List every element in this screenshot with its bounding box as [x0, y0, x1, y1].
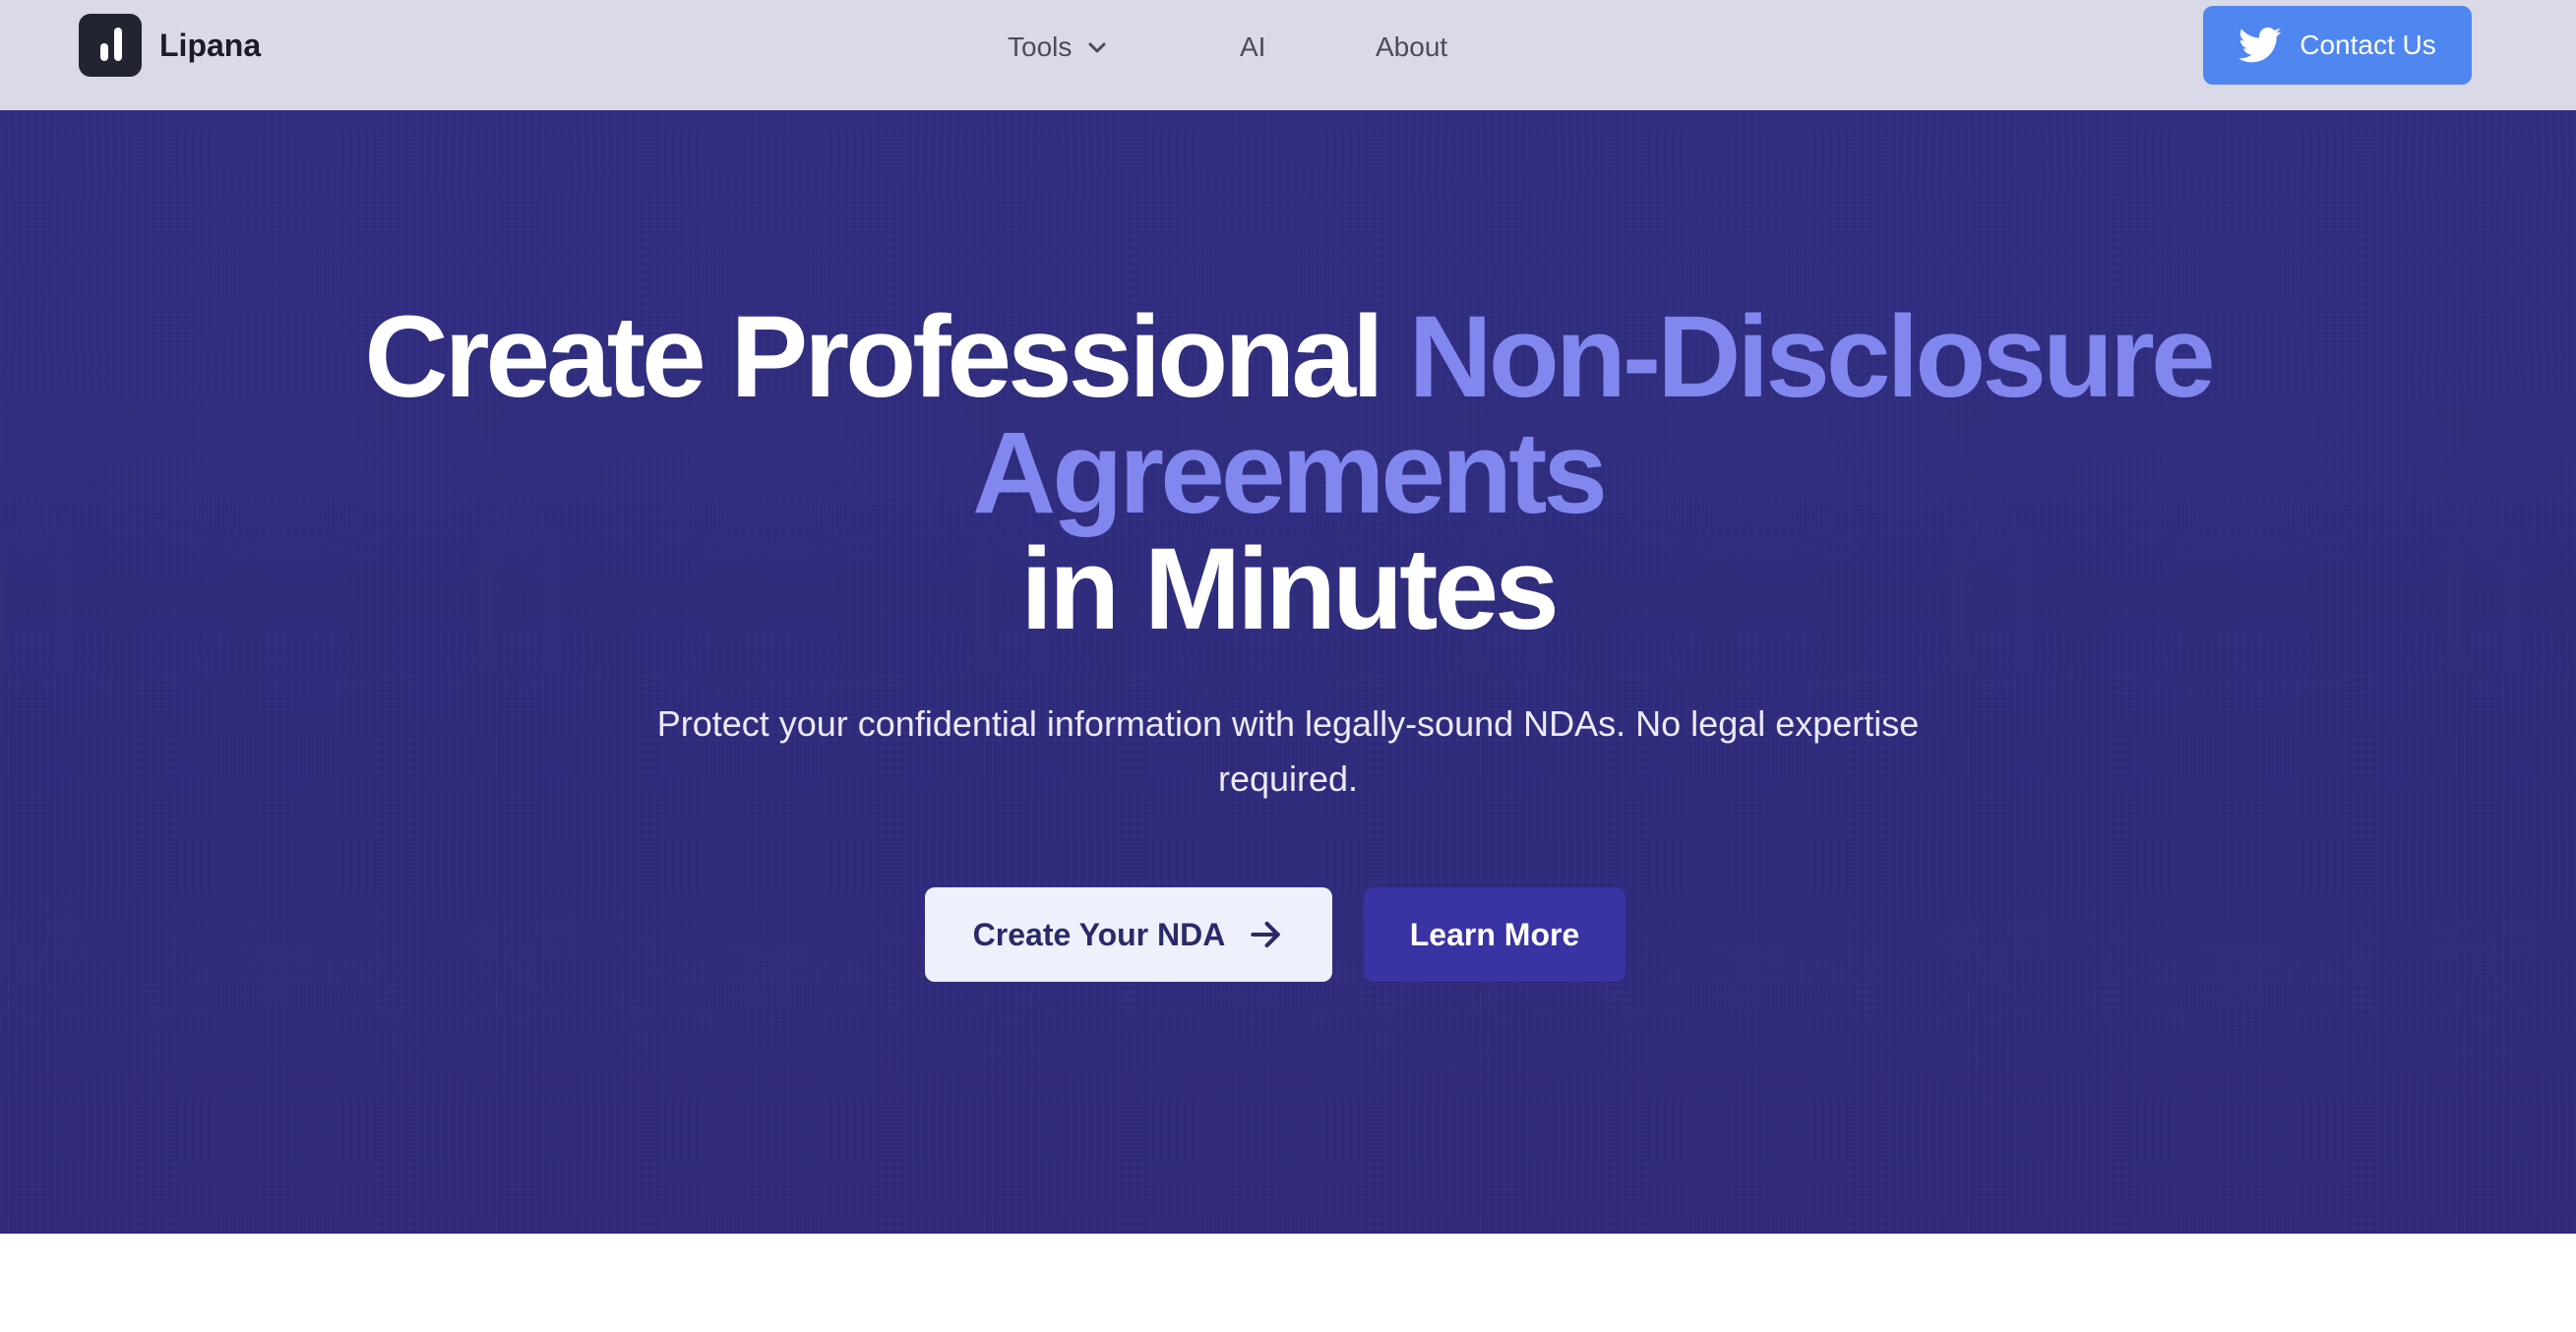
nav-about-link[interactable]: About	[1376, 26, 1447, 69]
hero-subtitle: Protect your confidential information wi…	[656, 703, 1920, 799]
create-nda-label: Create Your NDA	[972, 916, 1226, 952]
contact-us-button[interactable]: Contact Us	[2203, 6, 2472, 85]
headline-part-1: Create Professional	[364, 292, 1409, 422]
brand-link[interactable]: Lipana	[79, 14, 261, 77]
page-content-area	[0, 1234, 2576, 1332]
chevron-down-icon	[1088, 42, 1106, 53]
bar-chart-logo-icon	[79, 14, 142, 77]
contact-us-label: Contact Us	[2300, 30, 2436, 60]
top-navbar: Lipana Tools AI About Contact Us	[0, 0, 2576, 110]
hero-headline: Create Professional Non-Disclosure Agree…	[0, 299, 2576, 647]
brand-name: Lipana	[159, 27, 262, 63]
headline-accent-1: Non-Disclosure	[1408, 292, 2216, 422]
nav-ai-link[interactable]: AI	[1240, 26, 1265, 69]
nav-tools-label: Tools	[1008, 31, 1073, 62]
learn-more-label: Learn More	[1409, 916, 1580, 952]
learn-more-button[interactable]: Learn More	[1364, 887, 1625, 982]
headline-part-2: in Minutes	[1020, 524, 1559, 654]
twitter-bird-icon	[2239, 27, 2282, 63]
arrow-right-icon	[1251, 921, 1281, 948]
nav-tools-dropdown[interactable]: Tools	[1008, 26, 1109, 69]
hero-section: Create Professional Non-Disclosure Agree…	[0, 110, 2576, 1234]
create-nda-button[interactable]: Create Your NDA	[925, 887, 1332, 982]
headline-accent-2: Agreements	[971, 408, 1608, 538]
